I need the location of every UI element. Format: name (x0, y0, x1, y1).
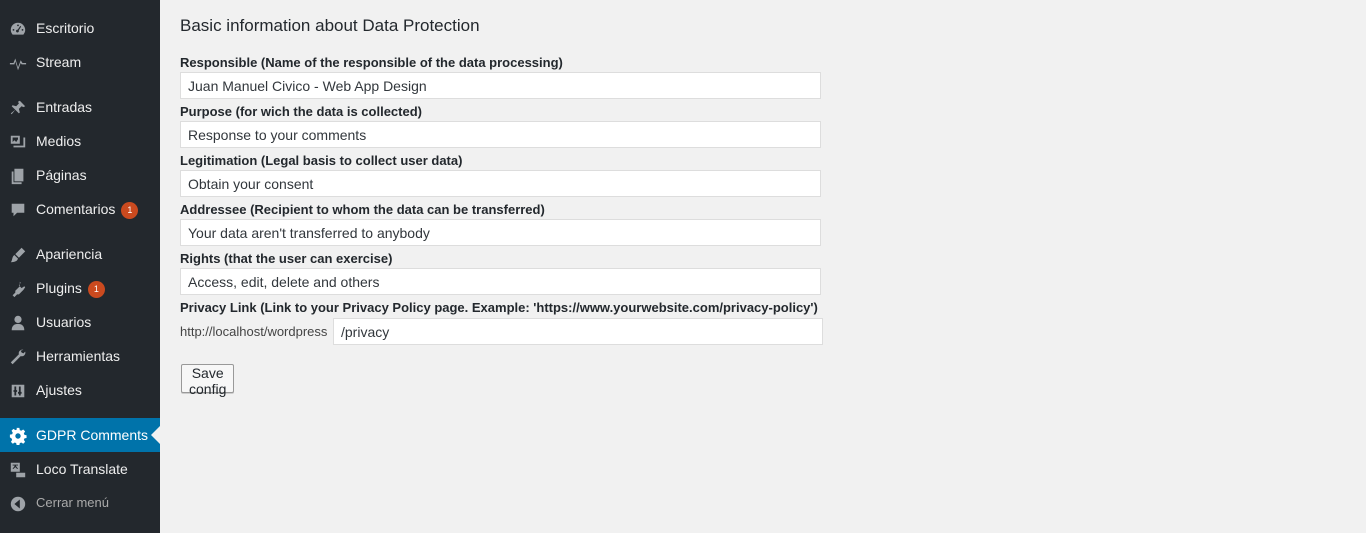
legitimation-input[interactable] (180, 170, 821, 197)
sidebar-item-label: Comentarios 1 (36, 192, 139, 226)
sidebar-item-usuarios[interactable]: Usuarios (0, 305, 160, 339)
responsible-input[interactable] (180, 72, 821, 99)
responsible-label: Responsible (Name of the responsible of … (180, 55, 563, 70)
sidebar-item-label: Ajustes (36, 382, 82, 398)
sidebar-item-plugins[interactable]: Plugins 1 (0, 271, 160, 305)
sidebar-item-label: Loco Translate (36, 461, 128, 477)
sidebar-item-loco-translate[interactable]: Loco Translate (0, 452, 160, 486)
sidebar-item-text: Plugins (36, 280, 82, 296)
addressee-label: Addressee (Recipient to whom the data ca… (180, 202, 545, 217)
appearance-icon (8, 245, 28, 265)
tools-icon (8, 347, 28, 367)
wp-admin-page: Escritorio Stream Entradas Medios Página… (0, 0, 1366, 533)
sidebar-item-stream[interactable]: Stream (0, 45, 160, 79)
users-icon (8, 313, 28, 333)
sidebar-item-label: Apariencia (36, 246, 103, 262)
gear-icon (8, 426, 28, 446)
sidebar-item-herramientas[interactable]: Herramientas (0, 339, 160, 373)
settings-icon (8, 381, 28, 401)
save-config-button[interactable]: Save config (181, 364, 235, 397)
sidebar-item-gdpr-comments[interactable]: GDPR Comments (0, 418, 160, 452)
plugins-count-badge: 1 (87, 281, 105, 298)
pages-icon (8, 166, 28, 186)
legitimation-label: Legitimation (Legal basis to collect use… (180, 153, 463, 168)
sidebar-item-escritorio[interactable]: Escritorio (0, 11, 160, 45)
sidebar-item-label: Entradas (36, 99, 93, 115)
sidebar-item-label: Stream (36, 54, 82, 70)
dashboard-icon (8, 19, 28, 39)
rights-input[interactable] (180, 268, 821, 295)
sidebar-item-label: Plugins 1 (36, 271, 105, 305)
sidebar-item-label: Escritorio (36, 20, 95, 36)
sidebar-item-text: Comentarios (36, 201, 116, 217)
pin-icon (8, 98, 28, 118)
sidebar-item-entradas[interactable]: Entradas (0, 90, 160, 124)
privacy-url-prefix: http://localhost/wordpress (180, 324, 328, 339)
sidebar-item-paginas[interactable]: Páginas (0, 158, 160, 192)
sidebar-item-label: Páginas (36, 167, 87, 183)
purpose-label: Purpose (for wich the data is collected) (180, 104, 422, 119)
sidebar-item-label: Herramientas (36, 348, 121, 364)
rights-label: Rights (that the user can exercise) (180, 251, 393, 266)
plugins-icon (8, 279, 28, 299)
sidebar-item-label: Usuarios (36, 314, 92, 330)
privacy-link-input[interactable] (333, 318, 823, 345)
page-title: Basic information about Data Protection (180, 16, 480, 35)
addressee-input[interactable] (180, 219, 821, 246)
sidebar-item-label: Cerrar menú (36, 495, 109, 510)
comments-count-badge: 1 (121, 202, 139, 219)
translate-icon (8, 460, 28, 480)
stream-icon (8, 53, 28, 73)
sidebar-item-medios[interactable]: Medios (0, 124, 160, 158)
privacy-link-label: Privacy Link (Link to your Privacy Polic… (180, 300, 818, 315)
media-icon (8, 132, 28, 152)
sidebar-item-label: GDPR Comments (36, 427, 149, 443)
sidebar-item-label: Medios (36, 133, 82, 149)
sidebar-item-apariencia[interactable]: Apariencia (0, 237, 160, 271)
collapse-icon (8, 494, 28, 514)
purpose-input[interactable] (180, 121, 821, 148)
sidebar-item-ajustes[interactable]: Ajustes (0, 373, 160, 407)
comments-icon (8, 200, 28, 220)
sidebar-item-comentarios[interactable]: Comentarios 1 (0, 192, 160, 226)
collapse-menu-button[interactable]: Cerrar menú (0, 486, 160, 520)
admin-sidebar: Escritorio Stream Entradas Medios Página… (0, 0, 160, 533)
